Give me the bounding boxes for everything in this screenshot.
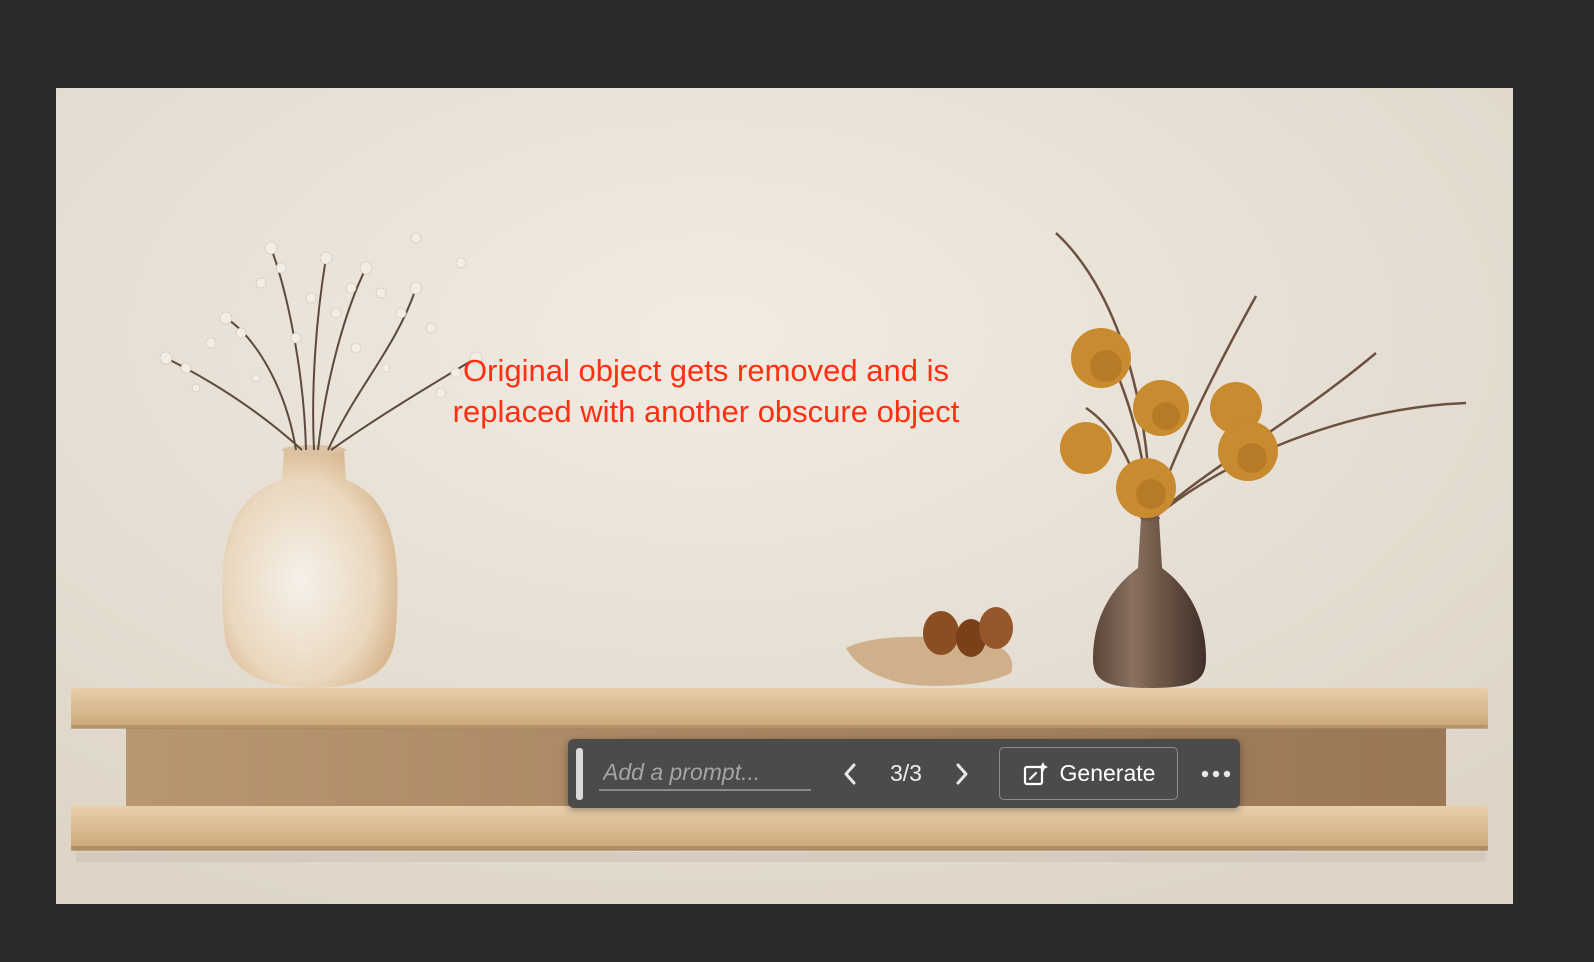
generate-label: Generate [1059,760,1156,786]
more-options-icon [1201,770,1231,777]
next-variation-button[interactable] [945,757,979,791]
variation-counter: 3/3 [890,760,922,786]
generative-fill-icon [1022,760,1050,788]
chevron-right-icon [956,763,968,784]
generate-button[interactable]: Generate [999,747,1178,800]
drag-handle[interactable] [576,747,583,800]
chevron-left-icon [844,763,856,784]
previous-variation-button[interactable] [833,757,867,791]
annotation-text: Original object gets removed and is repl… [452,353,960,429]
more-options-button[interactable] [1196,754,1236,794]
prompt-input[interactable] [599,756,811,791]
contextual-taskbar: 3/3 Generate [568,739,1240,808]
